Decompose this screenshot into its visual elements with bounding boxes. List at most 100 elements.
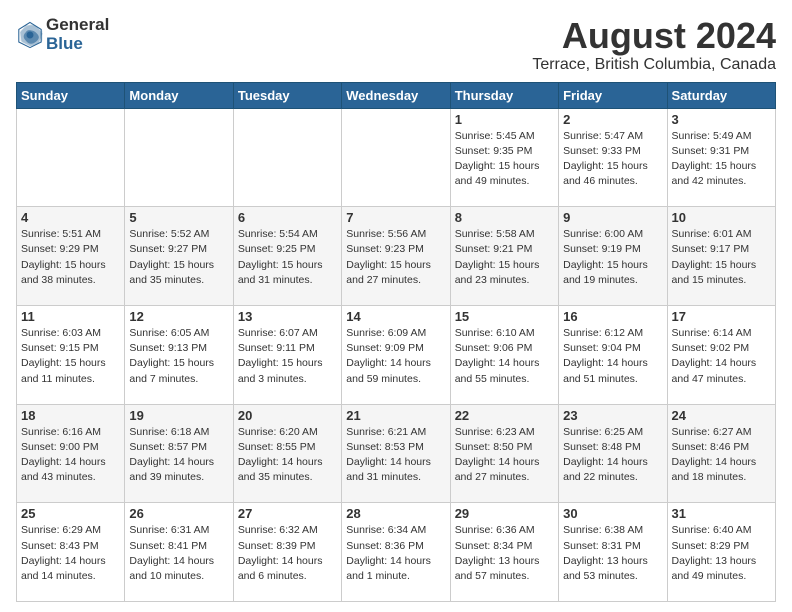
calendar-cell: 30 Sunrise: 6:38 AM Sunset: 8:31 PM Dayli… [559, 503, 667, 602]
calendar-cell: 9 Sunrise: 6:00 AM Sunset: 9:19 PM Daylig… [559, 207, 667, 306]
day-info: Sunrise: 6:21 AM Sunset: 8:53 PM Dayligh… [346, 425, 445, 486]
day-info: Sunrise: 6:32 AM Sunset: 8:39 PM Dayligh… [238, 523, 337, 584]
day-info: Sunrise: 5:45 AM Sunset: 9:35 PM Dayligh… [455, 129, 554, 190]
day-number: 22 [455, 408, 554, 423]
calendar-cell: 25 Sunrise: 6:29 AM Sunset: 8:43 PM Dayli… [17, 503, 125, 602]
day-info: Sunrise: 6:14 AM Sunset: 9:02 PM Dayligh… [672, 326, 771, 387]
calendar-cell: 14 Sunrise: 6:09 AM Sunset: 9:09 PM Dayli… [342, 305, 450, 404]
day-number: 10 [672, 210, 771, 225]
calendar-cell [233, 108, 341, 207]
calendar-cell: 16 Sunrise: 6:12 AM Sunset: 9:04 PM Dayli… [559, 305, 667, 404]
calendar-cell: 6Sunrise: 5:54 AM Sunset: 9:25 PM Daylig… [233, 207, 341, 306]
calendar-cell: 5Sunrise: 5:52 AM Sunset: 9:27 PM Daylig… [125, 207, 233, 306]
calendar-cell: 3Sunrise: 5:49 AM Sunset: 9:31 PM Daylig… [667, 108, 775, 207]
header-day-monday: Monday [125, 82, 233, 108]
day-info: Sunrise: 5:49 AM Sunset: 9:31 PM Dayligh… [672, 129, 771, 190]
main-title: August 2024 [532, 16, 776, 56]
calendar-body: 1 Sunrise: 5:45 AM Sunset: 9:35 PM Daylig… [17, 108, 776, 601]
day-number: 9 [563, 210, 662, 225]
calendar-cell: 20 Sunrise: 6:20 AM Sunset: 8:55 PM Dayli… [233, 404, 341, 503]
day-info: Sunrise: 5:47 AM Sunset: 9:33 PM Dayligh… [563, 129, 662, 190]
week-row-2: 4Sunrise: 5:51 AM Sunset: 9:29 PM Daylig… [17, 207, 776, 306]
calendar-cell: 26Sunrise: 6:31 AM Sunset: 8:41 PM Dayli… [125, 503, 233, 602]
day-info: Sunrise: 6:10 AM Sunset: 9:06 PM Dayligh… [455, 326, 554, 387]
day-number: 2 [563, 112, 662, 127]
day-info: Sunrise: 6:36 AM Sunset: 8:34 PM Dayligh… [455, 523, 554, 584]
day-info: Sunrise: 5:52 AM Sunset: 9:27 PM Dayligh… [129, 227, 228, 288]
day-number: 8 [455, 210, 554, 225]
day-number: 13 [238, 309, 337, 324]
header-day-tuesday: Tuesday [233, 82, 341, 108]
header-day-saturday: Saturday [667, 82, 775, 108]
calendar-cell: 7Sunrise: 5:56 AM Sunset: 9:23 PM Daylig… [342, 207, 450, 306]
day-info: Sunrise: 6:00 AM Sunset: 9:19 PM Dayligh… [563, 227, 662, 288]
day-number: 23 [563, 408, 662, 423]
day-info: Sunrise: 5:54 AM Sunset: 9:25 PM Dayligh… [238, 227, 337, 288]
header: General Blue August 2024 Terrace, Britis… [16, 16, 776, 74]
day-info: Sunrise: 5:51 AM Sunset: 9:29 PM Dayligh… [21, 227, 120, 288]
calendar-cell: 17Sunrise: 6:14 AM Sunset: 9:02 PM Dayli… [667, 305, 775, 404]
calendar-cell [125, 108, 233, 207]
header-day-sunday: Sunday [17, 82, 125, 108]
calendar-cell: 12 Sunrise: 6:05 AM Sunset: 9:13 PM Dayli… [125, 305, 233, 404]
day-info: Sunrise: 5:58 AM Sunset: 9:21 PM Dayligh… [455, 227, 554, 288]
calendar-header: SundayMondayTuesdayWednesdayThursdayFrid… [17, 82, 776, 108]
calendar-cell: 22 Sunrise: 6:23 AM Sunset: 8:50 PM Dayli… [450, 404, 558, 503]
header-day-thursday: Thursday [450, 82, 558, 108]
calendar-cell: 10 Sunrise: 6:01 AM Sunset: 9:17 PM Dayli… [667, 207, 775, 306]
title-block: August 2024 Terrace, British Columbia, C… [532, 16, 776, 74]
day-number: 31 [672, 506, 771, 521]
day-info: Sunrise: 6:38 AM Sunset: 8:31 PM Dayligh… [563, 523, 662, 584]
header-day-wednesday: Wednesday [342, 82, 450, 108]
calendar-cell: 4Sunrise: 5:51 AM Sunset: 9:29 PM Daylig… [17, 207, 125, 306]
day-info: Sunrise: 6:03 AM Sunset: 9:15 PM Dayligh… [21, 326, 120, 387]
calendar-cell: 29Sunrise: 6:36 AM Sunset: 8:34 PM Dayli… [450, 503, 558, 602]
calendar-table: SundayMondayTuesdayWednesdayThursdayFrid… [16, 82, 776, 602]
day-info: Sunrise: 6:20 AM Sunset: 8:55 PM Dayligh… [238, 425, 337, 486]
week-row-1: 1 Sunrise: 5:45 AM Sunset: 9:35 PM Daylig… [17, 108, 776, 207]
day-number: 14 [346, 309, 445, 324]
day-info: Sunrise: 6:27 AM Sunset: 8:46 PM Dayligh… [672, 425, 771, 486]
day-number: 12 [129, 309, 228, 324]
calendar-cell: 13 Sunrise: 6:07 AM Sunset: 9:11 PM Dayli… [233, 305, 341, 404]
day-info: Sunrise: 6:25 AM Sunset: 8:48 PM Dayligh… [563, 425, 662, 486]
day-number: 18 [21, 408, 120, 423]
day-info: Sunrise: 6:34 AM Sunset: 8:36 PM Dayligh… [346, 523, 445, 584]
week-row-5: 25 Sunrise: 6:29 AM Sunset: 8:43 PM Dayli… [17, 503, 776, 602]
header-day-friday: Friday [559, 82, 667, 108]
day-info: Sunrise: 6:23 AM Sunset: 8:50 PM Dayligh… [455, 425, 554, 486]
calendar-cell: 11 Sunrise: 6:03 AM Sunset: 9:15 PM Dayli… [17, 305, 125, 404]
day-number: 1 [455, 112, 554, 127]
calendar-cell: 8 Sunrise: 5:58 AM Sunset: 9:21 PM Daylig… [450, 207, 558, 306]
calendar-cell: 28Sunrise: 6:34 AM Sunset: 8:36 PM Dayli… [342, 503, 450, 602]
calendar-cell: 18 Sunrise: 6:16 AM Sunset: 9:00 PM Dayli… [17, 404, 125, 503]
day-info: Sunrise: 6:18 AM Sunset: 8:57 PM Dayligh… [129, 425, 228, 486]
day-number: 30 [563, 506, 662, 521]
day-info: Sunrise: 6:05 AM Sunset: 9:13 PM Dayligh… [129, 326, 228, 387]
day-info: Sunrise: 6:16 AM Sunset: 9:00 PM Dayligh… [21, 425, 120, 486]
page: General Blue August 2024 Terrace, Britis… [0, 0, 792, 612]
calendar-cell [17, 108, 125, 207]
calendar-header-row: SundayMondayTuesdayWednesdayThursdayFrid… [17, 82, 776, 108]
calendar-cell: 24Sunrise: 6:27 AM Sunset: 8:46 PM Dayli… [667, 404, 775, 503]
day-number: 20 [238, 408, 337, 423]
calendar-cell: 27Sunrise: 6:32 AM Sunset: 8:39 PM Dayli… [233, 503, 341, 602]
day-info: Sunrise: 6:07 AM Sunset: 9:11 PM Dayligh… [238, 326, 337, 387]
day-info: Sunrise: 6:29 AM Sunset: 8:43 PM Dayligh… [21, 523, 120, 584]
week-row-4: 18 Sunrise: 6:16 AM Sunset: 9:00 PM Dayli… [17, 404, 776, 503]
calendar-cell: 21Sunrise: 6:21 AM Sunset: 8:53 PM Dayli… [342, 404, 450, 503]
logo-text-general: General [46, 16, 109, 35]
day-info: Sunrise: 6:09 AM Sunset: 9:09 PM Dayligh… [346, 326, 445, 387]
calendar-cell: 15 Sunrise: 6:10 AM Sunset: 9:06 PM Dayli… [450, 305, 558, 404]
day-number: 16 [563, 309, 662, 324]
calendar-cell [342, 108, 450, 207]
day-number: 25 [21, 506, 120, 521]
day-info: Sunrise: 6:12 AM Sunset: 9:04 PM Dayligh… [563, 326, 662, 387]
day-info: Sunrise: 5:56 AM Sunset: 9:23 PM Dayligh… [346, 227, 445, 288]
day-number: 15 [455, 309, 554, 324]
calendar-cell: 23 Sunrise: 6:25 AM Sunset: 8:48 PM Dayli… [559, 404, 667, 503]
day-info: Sunrise: 6:01 AM Sunset: 9:17 PM Dayligh… [672, 227, 771, 288]
day-number: 11 [21, 309, 120, 324]
calendar-cell: 31Sunrise: 6:40 AM Sunset: 8:29 PM Dayli… [667, 503, 775, 602]
week-row-3: 11 Sunrise: 6:03 AM Sunset: 9:15 PM Dayli… [17, 305, 776, 404]
